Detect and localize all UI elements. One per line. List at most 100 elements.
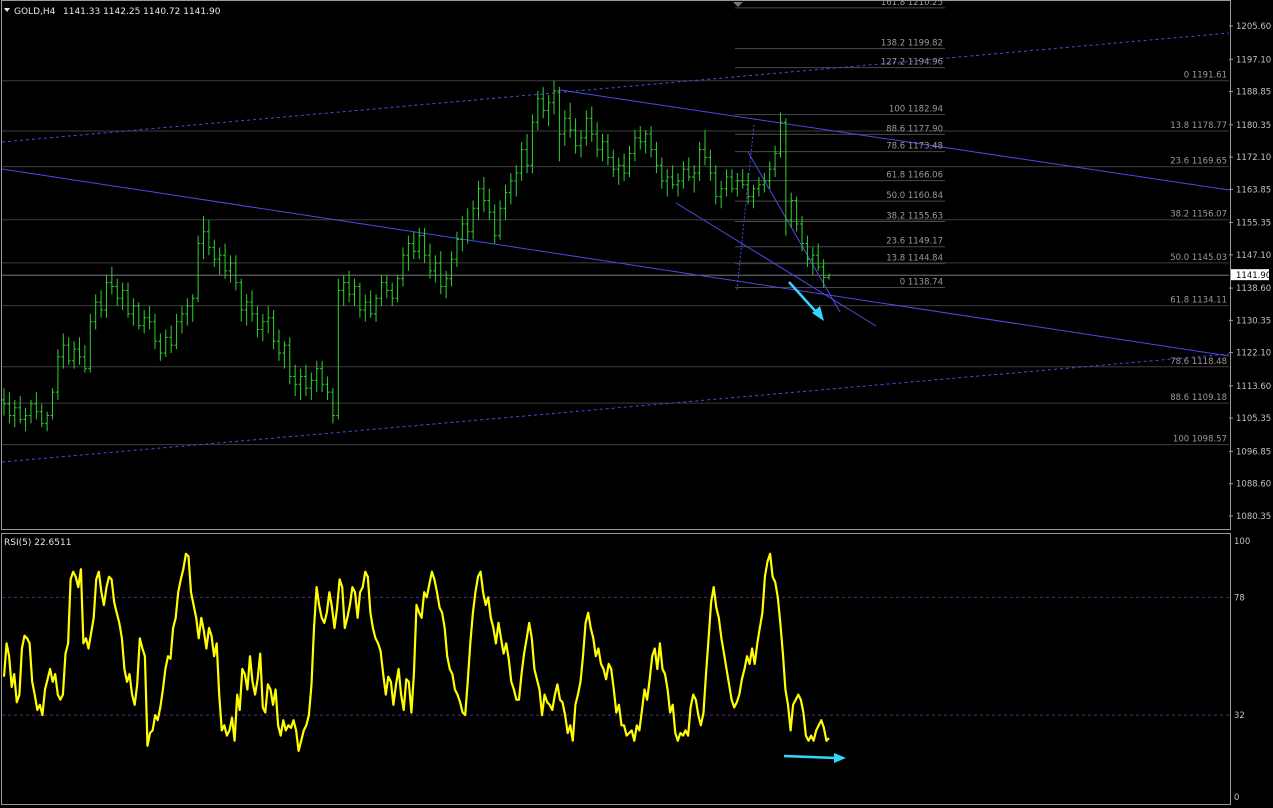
ohlc-bar [756,177,761,197]
ohlc-bar [282,341,287,369]
fib-level-label: 127.2 1194.96 [881,58,943,68]
rsi-tick-label: 0 [1234,793,1239,803]
fib-major-label: 50.0 1145.03 [1170,253,1227,263]
rsi-title: RSI(5) 22.6511 [4,538,71,548]
ohlc-bar [233,255,238,291]
fib-major-label: 23.6 1169.65 [1170,157,1227,167]
ohlc-bar [697,141,702,181]
rsi-arrow [783,753,846,763]
ohlc-bar [23,407,28,432]
fib-level-label: 138.2 1199.82 [881,39,943,49]
ohlc-bar [406,235,411,271]
ohlc-bar [438,251,443,295]
ohlc-bar [530,114,535,174]
ohlc-bar [126,282,131,318]
price-tick-label: 1147.10 [1236,251,1271,261]
ohlc-bar [751,184,756,209]
ohlc-bar [541,87,546,119]
ohlc-bar [460,216,465,252]
rsi-tick-label: 78 [1234,593,1245,603]
ohlc-bar [724,169,729,197]
ohlc-bar [374,294,379,322]
price-tick-label: 1113.60 [1236,382,1271,392]
ohlc-bar [713,165,718,205]
ohlc-bar [314,360,319,393]
ohlc-bar [508,173,513,205]
ohlc-bar [115,278,120,307]
ohlc-bar [325,376,330,400]
ohlc-bar [390,282,395,307]
ohlc-bar [481,177,486,213]
ohlc-bar [729,169,734,193]
ohlc-bar [487,188,492,221]
collapse-triangle-icon[interactable] [4,8,10,12]
fibonacci-labels: 161.8 1210.25 138.2 1199.82 127.2 1194.96 1… [881,0,1227,445]
ohlc-bar [147,306,152,330]
ohlc-bar [702,130,707,166]
rsi-pane-frame [1,533,1231,805]
channel-upper-dashed [1,32,1230,143]
ohlc-bar [643,130,648,154]
fib-level-label: 13.8 1144.84 [886,254,943,264]
ohlc-bar [104,274,109,318]
ohlc-bar [66,337,71,365]
rsi-line [2,552,830,753]
ohlc-bar [401,247,406,287]
chart-header: GOLD,H4 1141.33 1142.25 1140.72 1141.90 [4,2,743,17]
ohlc-bar [201,216,206,260]
price-tick-label: 1088.60 [1236,480,1271,490]
price-tick-label: 1180.35 [1236,121,1271,131]
ohlc-bar [557,87,562,162]
ohlc-bar [309,372,314,400]
ohlc-bar [659,157,664,189]
ohlc-bar [61,333,66,369]
ohlc-bar [12,399,17,428]
ohlc-bar [163,329,168,357]
ohlc-bar [45,411,50,432]
price-tick-label: 1205.60 [1236,22,1271,32]
ohlc-bar [810,247,815,275]
price-tick-label: 1080.35 [1236,512,1271,522]
ohlc-values: 1141.33 1142.25 1140.72 1141.90 [63,7,221,17]
ohlc-bar [93,294,98,330]
ohlc-bar [239,278,244,322]
ohlc-bar [169,325,174,353]
ohlc-bar [2,388,6,416]
ohlc-bar [18,396,23,424]
ohlc-bar [260,313,265,342]
ohlc-bar [454,231,459,267]
ohlc-bar [783,118,788,236]
ohlc-bar [82,345,87,373]
ohlc-bar [136,302,141,330]
fib-level-label: 50.0 1160.84 [886,191,943,201]
channel-lower-dashed [1,353,1230,463]
ohlc-bar [330,388,335,424]
ohlc-bar [622,153,627,181]
ohlc-bar [99,290,104,318]
ohlc-bar [789,192,794,228]
ohlc-bar [568,102,573,138]
ohlc-bar [552,80,556,115]
fib-anchor-dotted [736,123,755,291]
ohlc-bar [357,282,362,318]
ohlc-bar [735,173,740,197]
ohlc-bar [206,220,211,256]
ohlc-bar [562,110,567,146]
price-tick-label: 1096.85 [1236,447,1271,457]
ohlc-bar [638,126,643,150]
ohlc-bar [433,255,438,283]
fib-major-label: 61.8 1134.11 [1170,296,1227,306]
ohlc-bar [109,266,114,295]
rsi-axis: 100 78 32 0 [1234,537,1250,803]
ohlc-bar [266,306,271,334]
ohlc-bar [584,110,589,146]
scroll-marker-icon[interactable] [733,2,743,7]
ohlc-bar [573,118,578,154]
ohlc-bar [88,313,93,373]
ohlc-bar [589,106,594,142]
ohlc-bar [676,173,681,197]
fib-level-label: 161.8 1210.25 [881,0,943,8]
ohlc-bar [271,309,276,350]
ohlc-bar [708,149,713,181]
ohlc-bar [692,165,697,193]
